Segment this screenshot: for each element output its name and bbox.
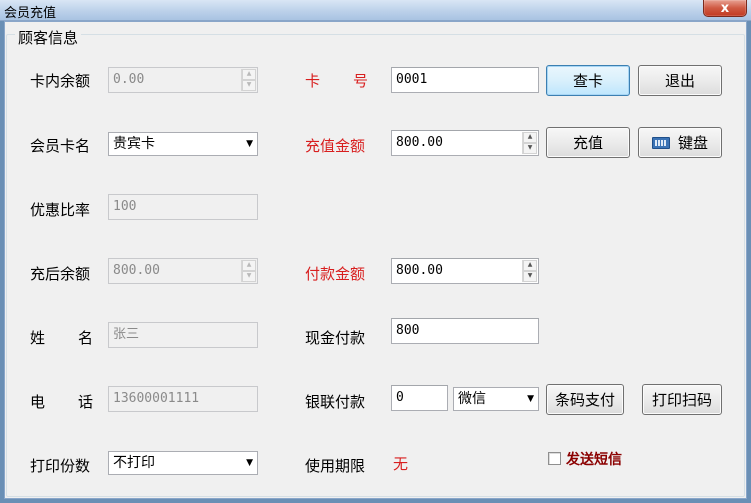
send-sms-label[interactable]: 发送短信 [566, 449, 622, 469]
spin-up-icon: ▲ [242, 260, 256, 271]
query-card-button[interactable]: 查卡 [546, 65, 630, 96]
name-label-part2: 名 [78, 329, 94, 347]
exit-button[interactable]: 退出 [638, 65, 722, 96]
cash-pay-label: 现金付款 [305, 329, 366, 347]
close-button[interactable]: x [703, 0, 747, 17]
pay-method-select[interactable]: 微信 ▼ [453, 387, 539, 411]
spin-down-icon[interactable]: ▼ [523, 271, 537, 282]
card-name-label: 会员卡名 [30, 137, 91, 155]
keyboard-button[interactable]: 键盘 [638, 127, 722, 158]
pay-amount-input[interactable]: 800.00 ▲ ▼ [391, 258, 539, 284]
close-icon: x [720, 0, 730, 16]
phone-value: 13600001111 [113, 391, 200, 406]
name-label-part1: 姓 [30, 329, 46, 347]
spin-up-icon[interactable]: ▲ [523, 260, 537, 271]
print-copies-label: 打印份数 [30, 457, 91, 475]
recharge-amount-input[interactable]: 800.00 ▲ ▼ [391, 130, 539, 156]
pay-amount-value: 800.00 [396, 263, 443, 278]
chevron-down-icon: ▼ [246, 139, 253, 149]
pay-amount-label: 付款金额 [305, 265, 366, 283]
discount-label: 优惠比率 [30, 201, 91, 219]
card-name-value: 贵宾卡 [113, 136, 155, 152]
barcode-pay-label: 条码支付 [554, 391, 615, 409]
barcode-pay-button[interactable]: 条码支付 [546, 384, 624, 415]
discount-field: 100 [108, 194, 258, 220]
recharge-amount-spinner[interactable]: ▲ ▼ [522, 132, 537, 154]
card-number-input[interactable]: 0001 [391, 67, 539, 93]
print-copies-value: 不打印 [113, 455, 155, 471]
exit-label: 退出 [664, 72, 695, 90]
pay-method-value: 微信 [458, 391, 486, 407]
spin-up-icon[interactable]: ▲ [523, 132, 537, 143]
discount-value: 100 [113, 199, 137, 214]
after-balance-label: 充后余额 [30, 265, 91, 283]
spin-down-icon[interactable]: ▼ [523, 143, 537, 154]
after-balance-value: 800.00 [113, 263, 160, 278]
unionpay-label: 银联付款 [305, 393, 366, 411]
after-balance-field: 800.00 ▲ ▼ [108, 258, 258, 284]
balance-field: 0.00 ▲ ▼ [108, 67, 258, 93]
validity-label: 使用期限 [305, 457, 366, 475]
window-title: 会员充值 [4, 6, 57, 21]
pay-amount-spinner[interactable]: ▲ ▼ [522, 260, 537, 282]
name-field: 张三 [108, 322, 258, 348]
keyboard-label: 键盘 [677, 134, 708, 152]
cash-pay-input[interactable]: 800 [391, 318, 539, 344]
print-copies-select[interactable]: 不打印 ▼ [108, 451, 258, 475]
title-bar: 会员充值 x [0, 0, 751, 21]
recharge-button[interactable]: 充值 [546, 127, 630, 158]
unionpay-input[interactable]: 0 [391, 385, 448, 411]
name-value: 张三 [113, 327, 140, 342]
phone-label-part1: 电 [30, 393, 46, 411]
validity-value: 无 [393, 455, 409, 473]
phone-field: 13600001111 [108, 386, 258, 412]
after-balance-spinner: ▲ ▼ [241, 260, 256, 282]
print-scan-label: 打印扫码 [651, 391, 712, 409]
chevron-down-icon: ▼ [246, 458, 253, 468]
cash-pay-value: 800 [396, 323, 420, 338]
card-name-select[interactable]: 贵宾卡 ▼ [108, 132, 258, 156]
phone-label-part2: 话 [78, 393, 94, 411]
card-no-label-part1: 卡 [305, 72, 321, 90]
spin-down-icon: ▼ [242, 80, 256, 91]
print-scan-button[interactable]: 打印扫码 [642, 384, 722, 415]
chevron-down-icon: ▼ [527, 394, 534, 404]
window-client: 顾客信息 卡内余额 会员卡名 优惠比率 充后余额 姓 名 电 话 打印份数 0.… [4, 21, 747, 499]
group-title: 顾客信息 [15, 27, 82, 48]
query-card-label: 查卡 [572, 72, 603, 90]
spin-up-icon: ▲ [242, 69, 256, 80]
balance-spinner: ▲ ▼ [241, 69, 256, 91]
recharge-amount-value: 800.00 [396, 135, 443, 150]
balance-label: 卡内余额 [30, 72, 91, 90]
keyboard-icon [651, 136, 670, 149]
spin-down-icon: ▼ [242, 271, 256, 282]
balance-value: 0.00 [113, 72, 145, 87]
send-sms-checkbox[interactable] [548, 452, 561, 465]
recharge-amount-label: 充值金额 [305, 137, 366, 155]
card-no-label-part2: 号 [353, 72, 369, 90]
recharge-label: 充值 [572, 134, 603, 152]
card-number-value: 0001 [396, 72, 428, 87]
unionpay-value: 0 [396, 390, 404, 405]
